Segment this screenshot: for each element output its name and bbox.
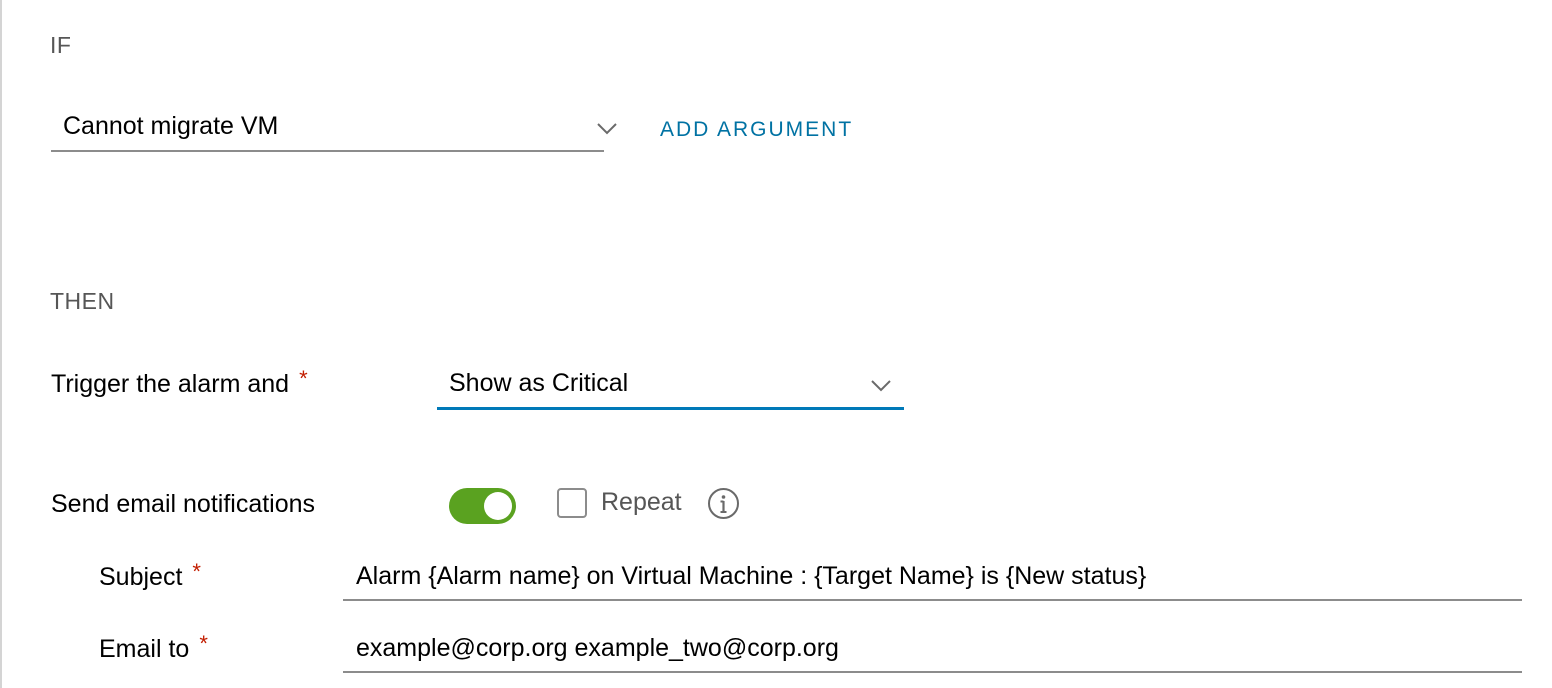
repeat-checkbox[interactable] [557, 488, 587, 518]
trigger-severity-value: Show as Critical [449, 369, 629, 397]
trigger-label: Trigger the alarm and * [51, 366, 308, 399]
required-marker: * [192, 559, 201, 584]
subject-input-value: Alarm {Alarm name} on Virtual Machine : … [356, 562, 1147, 590]
add-argument-button[interactable]: ADD ARGUMENT [660, 118, 853, 142]
subject-label-text: Subject [99, 563, 183, 591]
condition-select[interactable]: Cannot migrate VM [51, 108, 617, 152]
trigger-severity-select[interactable]: Show as Critical [437, 364, 904, 410]
info-icon[interactable] [707, 487, 740, 520]
subject-label: Subject * [99, 559, 201, 592]
email-notifications-label: Send email notifications [51, 490, 316, 518]
condition-select-value: Cannot migrate VM [63, 112, 279, 140]
subject-input[interactable]: Alarm {Alarm name} on Virtual Machine : … [343, 561, 1522, 601]
email-to-input-value: example@corp.org example_two@corp.org [356, 634, 839, 662]
required-marker: * [299, 366, 308, 391]
email-to-input[interactable]: example@corp.org example_two@corp.org [343, 633, 1522, 673]
email-to-label: Email to * [99, 631, 208, 664]
then-heading: THEN [50, 288, 115, 314]
if-heading: IF [50, 32, 72, 58]
chevron-down-icon [597, 123, 617, 135]
email-to-label-text: Email to [99, 635, 190, 663]
chevron-down-icon [871, 380, 891, 392]
required-marker: * [199, 631, 208, 656]
alarm-rule-form: IF Cannot migrate VM ADD ARGUMENT THEN T… [0, 0, 1552, 688]
toggle-knob [484, 492, 512, 520]
email-notifications-toggle[interactable] [449, 488, 516, 524]
repeat-label[interactable]: Repeat [601, 488, 682, 517]
trigger-label-text: Trigger the alarm and [51, 370, 290, 398]
